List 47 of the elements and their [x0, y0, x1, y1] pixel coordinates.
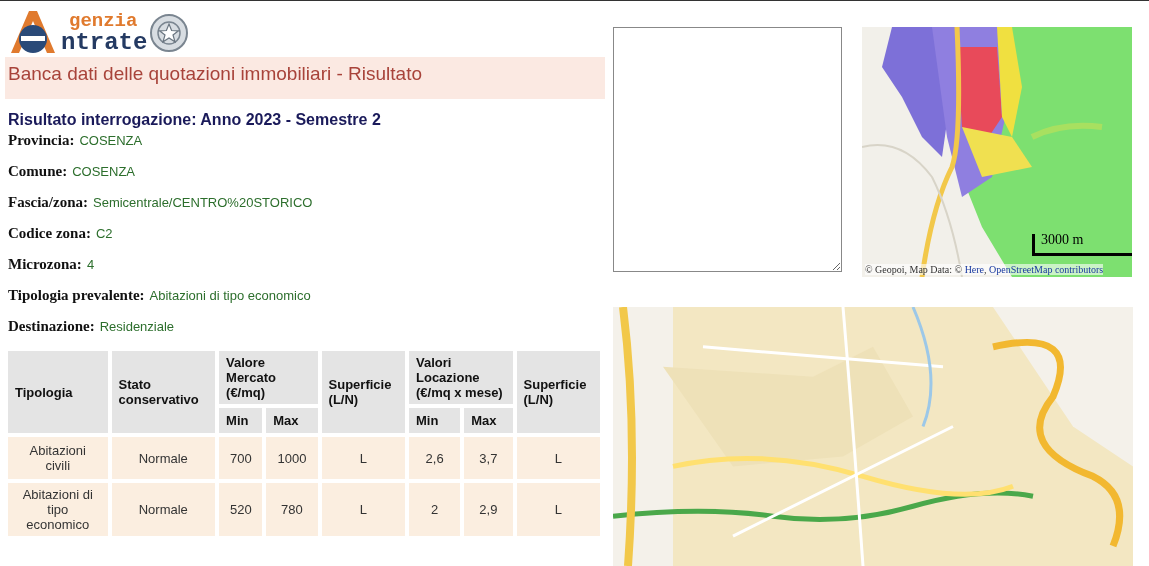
- table-cell: Normale: [111, 437, 216, 479]
- table-cell: 2,6: [409, 437, 461, 479]
- field-label: Microzona:: [8, 256, 82, 273]
- column-header: Min: [219, 408, 263, 433]
- field-value: Abitazioni di tipo economico: [149, 288, 311, 303]
- column-header: Tipologia: [8, 351, 108, 433]
- column-header: Max: [464, 408, 513, 433]
- table-cell: Normale: [111, 483, 216, 536]
- table-cell: L: [516, 437, 600, 479]
- attribution-link[interactable]: OpenStreetMap contributors: [989, 264, 1104, 275]
- column-header: Superficie (L/N): [516, 351, 600, 433]
- field-value: Semicentrale/CENTRO%20STORICO: [93, 195, 313, 210]
- map-attribution: © Geopoi, Map Data: © Here, OpenStreetMap contributors: [865, 264, 1104, 275]
- field-value: COSENZA: [79, 133, 143, 148]
- column-header: Stato conservativo: [111, 351, 216, 433]
- field-label: Codice zona:: [8, 225, 91, 242]
- table-cell: 2: [409, 483, 461, 536]
- logo-text: genzia: [69, 12, 139, 31]
- scale-label: 3000 m: [1041, 232, 1084, 248]
- table-cell: L: [321, 437, 405, 479]
- field-value: 4: [86, 257, 95, 272]
- column-header: Valori Locazione (€/mq x mese): [409, 351, 513, 404]
- field-value: Residenziale: [99, 319, 175, 334]
- table-cell: Abitazioni di tipo economico: [8, 483, 108, 536]
- table-cell: 3,7: [464, 437, 513, 479]
- column-header: Min: [409, 408, 461, 433]
- field-value: C2: [95, 226, 113, 241]
- table-cell: 520: [219, 483, 263, 536]
- logo-text: ntrate: [61, 31, 148, 55]
- field-label: Tipologia prevalente:: [8, 287, 145, 304]
- table-cell: 2,9: [464, 483, 513, 536]
- title-banner: Banca dati delle quotazioni immobiliari - Risultato: [5, 57, 605, 99]
- field-label: Destinazione:: [8, 318, 95, 335]
- table-cell: L: [516, 483, 600, 536]
- table-cell: 780: [266, 483, 318, 536]
- table-cell: L: [321, 483, 405, 536]
- field-label: Fascia/zona:: [8, 194, 88, 211]
- column-header: Max: [266, 408, 318, 433]
- field-label: Comune:: [8, 163, 68, 180]
- column-header: Valore Mercato (€/mq): [219, 351, 318, 404]
- field-label: Provincia:: [8, 132, 75, 149]
- field-value: COSENZA: [72, 164, 135, 179]
- result-heading: Risultato interrogazione: Anno 2023 - Semestre 2: [8, 111, 382, 129]
- table-cell: 700: [219, 437, 263, 479]
- table-cell: 1000: [266, 437, 318, 479]
- column-header: Superficie (L/N): [321, 351, 405, 433]
- table-cell: Abitazioni civili: [8, 437, 108, 479]
